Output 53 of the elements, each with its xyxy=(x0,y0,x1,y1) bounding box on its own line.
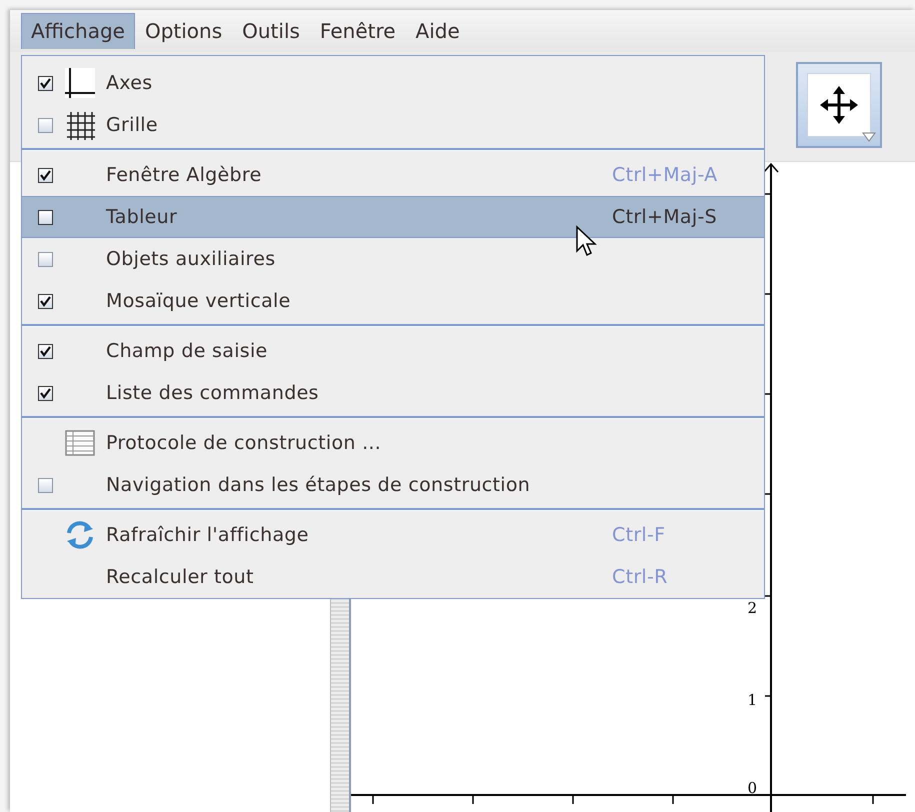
menu-item[interactable]: Recalculer tout Ctrl-R xyxy=(22,556,764,598)
menu-item[interactable]: Tableur Ctrl+Maj-S xyxy=(22,196,764,238)
menu-item-label: Champ de saisie xyxy=(106,340,269,362)
checked-checkbox[interactable] xyxy=(38,294,52,308)
menu-item-label: Grille xyxy=(106,114,159,136)
checked-checkbox[interactable] xyxy=(38,344,52,358)
checked-checkbox[interactable] xyxy=(38,168,52,182)
axis-tick-label: 2 xyxy=(747,599,757,617)
menu-title[interactable]: Fenêtre xyxy=(310,12,406,49)
menu-item[interactable]: Navigation dans les étapes de construction xyxy=(22,464,764,506)
menu-item[interactable]: Champ de saisie xyxy=(22,330,764,372)
menu-item-label: Mosaïque verticale xyxy=(106,290,292,312)
checkbox[interactable] xyxy=(38,210,52,224)
menu-item-label: Liste des commandes xyxy=(106,382,320,404)
menu-item[interactable]: Grille xyxy=(22,104,764,146)
menu-item-label: Axes xyxy=(106,72,154,94)
menu-item[interactable]: Liste des commandes xyxy=(22,372,764,414)
menu-item-label: Recalculer tout xyxy=(106,566,255,588)
menu-title[interactable]: Affichage xyxy=(21,12,135,49)
menu-item[interactable]: Fenêtre Algèbre Ctrl+Maj-A xyxy=(22,154,764,196)
dropdown-triangle-icon xyxy=(862,132,876,142)
menu-item[interactable]: Mosaïque verticale xyxy=(22,280,764,322)
move-tool-button[interactable] xyxy=(796,62,882,148)
shortcut-label: Ctrl+Maj-S xyxy=(612,206,718,228)
menu-item[interactable]: Axes xyxy=(22,62,764,104)
menu-title[interactable]: Options xyxy=(134,12,232,49)
menu-item-label: Tableur xyxy=(106,206,178,228)
mouse-cursor-icon xyxy=(575,225,597,257)
checked-checkbox[interactable] xyxy=(38,386,52,400)
checked-checkbox[interactable] xyxy=(38,76,52,90)
shortcut-label: Ctrl-F xyxy=(612,524,666,546)
menu-item-label: Fenêtre Algèbre xyxy=(106,164,263,186)
axis-tick-label: 0 xyxy=(747,779,757,797)
menu-item-label: Rafraîchir l'affichage xyxy=(106,524,310,546)
refresh-icon xyxy=(65,520,95,550)
menu-item[interactable]: Rafraîchir l'affichage Ctrl-F xyxy=(22,514,764,556)
menu-item[interactable]: Protocole de construction ... xyxy=(22,422,764,464)
shortcut-label: Ctrl+Maj-A xyxy=(612,164,718,186)
checkbox[interactable] xyxy=(38,252,52,266)
axes-icon xyxy=(65,68,95,98)
grid-icon xyxy=(65,110,95,140)
move-icon xyxy=(819,84,859,125)
menu-item[interactable]: Objets auxiliaires xyxy=(22,238,764,280)
checkbox[interactable] xyxy=(38,478,52,492)
shortcut-label: Ctrl-R xyxy=(612,566,669,588)
menu-title[interactable]: Aide xyxy=(406,12,470,49)
table-icon xyxy=(65,430,95,456)
axis-tick-label: 1 xyxy=(747,691,757,709)
menu-item-label: Navigation dans les étapes de construction xyxy=(106,474,532,496)
menu-title[interactable]: Outils xyxy=(232,12,310,49)
menu-item-label: Objets auxiliaires xyxy=(106,248,276,270)
menu-item-label: Protocole de construction ... xyxy=(106,432,382,454)
checkbox[interactable] xyxy=(38,118,52,132)
